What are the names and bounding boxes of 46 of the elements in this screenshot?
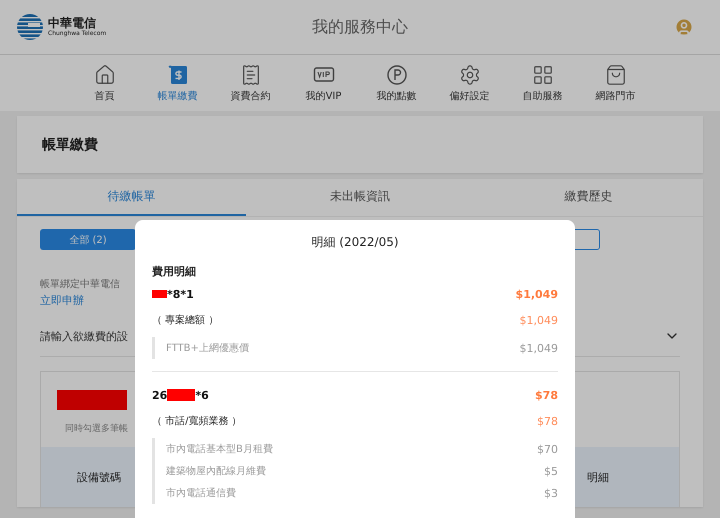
group-total: $78 bbox=[537, 414, 558, 428]
fee-name: FTTB+上網優惠價 bbox=[166, 342, 249, 355]
fee-name: 市內電話通信費 bbox=[166, 486, 236, 500]
dollar-receipt-icon bbox=[166, 64, 188, 86]
tab[interactable]: 繳費歷史 bbox=[474, 179, 704, 216]
fee-amount: $3 bbox=[544, 486, 558, 500]
header-title: 我的服務中心 bbox=[311, 16, 409, 38]
nav-item[interactable]: 我的VIP bbox=[287, 55, 360, 111]
settings-icon bbox=[458, 64, 480, 86]
redaction-mark bbox=[57, 390, 127, 410]
account-number: *8*1 bbox=[167, 288, 194, 300]
group-total: $1,049 bbox=[520, 314, 558, 326]
group-name: （ 市話/寬頻業務 ） bbox=[152, 414, 242, 428]
tab[interactable]: 未出帳資訊 bbox=[246, 179, 474, 216]
group-name: （ 專案總額 ） bbox=[152, 314, 218, 327]
fee-amount: $70 bbox=[537, 442, 558, 456]
nav-item[interactable]: 首頁 bbox=[68, 55, 141, 111]
account-total: $78 bbox=[535, 388, 558, 402]
fee-name: 市內電話基本型B月租費 bbox=[166, 442, 273, 456]
account-total: $1,049 bbox=[516, 288, 558, 300]
redaction-mark bbox=[167, 389, 196, 401]
fee-amount: $5 bbox=[544, 464, 558, 478]
device-prompt: 請輸入欲繳費的設 bbox=[40, 328, 128, 344]
section-title: 費用明細 bbox=[152, 264, 197, 279]
nav-item[interactable]: 偏好設定 bbox=[433, 55, 506, 111]
home-icon bbox=[94, 64, 116, 86]
logo-icon bbox=[16, 12, 44, 42]
fee-name: 建築物屋內配線月維費 bbox=[166, 464, 266, 478]
shopping-bag-icon bbox=[604, 64, 626, 86]
grid-icon bbox=[532, 64, 554, 86]
hint-text: 同時勾選多筆帳 bbox=[65, 422, 128, 435]
points-icon bbox=[386, 64, 408, 86]
brand-name: 中華電信 bbox=[48, 16, 97, 30]
dialog-title: 明細 (2022/05) bbox=[310, 234, 400, 251]
nav-item[interactable]: 我的點數 bbox=[360, 55, 433, 111]
notice-text: 帳單綁定中華電信 bbox=[40, 278, 121, 291]
fee-amount: $1,049 bbox=[520, 342, 558, 354]
nav-item[interactable]: 自助服務 bbox=[506, 55, 579, 111]
nav-item[interactable]: 網路門市 bbox=[579, 55, 652, 111]
account-number: *6 bbox=[195, 388, 209, 402]
column-header: 設備號碼 bbox=[77, 470, 121, 484]
nav-item[interactable]: 資費合約 bbox=[214, 55, 287, 111]
account-number: 26 bbox=[152, 388, 168, 402]
redaction-mark bbox=[152, 290, 167, 298]
column-header: 明細 bbox=[587, 470, 609, 484]
page-title: 帳單繳費 bbox=[42, 136, 98, 154]
